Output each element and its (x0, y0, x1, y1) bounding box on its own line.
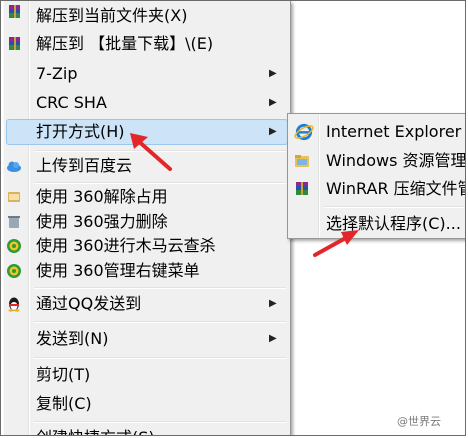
menu-item-label: 通过QQ发送到 (36, 294, 142, 313)
open-with-submenu: Internet Explorer Windows 资源管理器 WinRAR 压… (287, 113, 466, 239)
menu-item-360-delete[interactable]: 使用 360强力删除 (6, 210, 288, 234)
menu-item-7zip[interactable]: 7-Zip ▶ (6, 62, 288, 86)
menu-item-label: 复制(C) (36, 394, 92, 413)
winrar-icon (9, 37, 20, 50)
360-scan-icon (7, 239, 21, 253)
submenu-arrow-icon: ▶ (269, 68, 277, 79)
360-delete-icon (8, 216, 20, 228)
menu-item-copy[interactable]: 复制(C) (6, 392, 288, 416)
submenu-item-label: WinRAR 压缩文件管理器 (326, 179, 465, 198)
submenu-separator (324, 206, 464, 208)
red-arrow-annotation-icon (130, 133, 172, 171)
menu-separator (34, 321, 286, 323)
menu-item-label: 打开方式(H) (36, 122, 125, 141)
submenu-item-internet-explorer[interactable]: Internet Explorer (290, 120, 465, 144)
submenu-arrow-icon: ▶ (269, 97, 277, 108)
submenu-item-label: Windows 资源管理器 (326, 151, 466, 170)
menu-item-send-to[interactable]: 发送到(N) ▶ (6, 327, 288, 351)
submenu-item-windows-explorer[interactable]: Windows 资源管理器 (290, 149, 466, 173)
winrar-icon (9, 5, 20, 18)
menu-item-label: 7-Zip (36, 64, 78, 83)
submenu-arrow-icon: ▶ (269, 126, 277, 137)
menu-separator (34, 357, 286, 359)
menu-item-360-scan[interactable]: 使用 360进行木马云查杀 (6, 234, 288, 258)
menu-item-360-manage[interactable]: 使用 360管理右键菜单 (6, 259, 288, 283)
menu-item-label: 剪切(T) (36, 365, 91, 384)
menu-item-extract-to-folder[interactable]: 解压到 【批量下载】\(E) (6, 32, 288, 56)
menu-separator (34, 182, 286, 184)
red-arrow-annotation-icon (313, 230, 359, 257)
menu-item-label: 解压到 【批量下载】\(E) (36, 34, 214, 53)
submenu-item-winrar[interactable]: WinRAR 压缩文件管理器 (290, 177, 465, 201)
menu-item-label: 解压到当前文件夹(X) (36, 6, 188, 25)
submenu-arrow-icon: ▶ (269, 298, 277, 309)
menu-item-label: 使用 360管理右键菜单 (36, 261, 200, 280)
menu-item-label: 创建快捷方式(S) (36, 426, 155, 435)
screenshot-frame: 解压到当前文件夹(X) 解压到 【批量下载】\(E) 7-Zip ▶ CRC S… (0, 0, 466, 436)
submenu-item-label: Internet Explorer (326, 122, 462, 141)
submenu-arrow-icon: ▶ (269, 333, 277, 344)
menu-item-create-shortcut[interactable]: 创建快捷方式(S) (6, 426, 288, 435)
menu-separator (34, 287, 286, 289)
menu-item-crc-sha[interactable]: CRC SHA ▶ (6, 91, 288, 115)
menu-item-label: 使用 360进行木马云查杀 (36, 236, 216, 255)
menu-item-send-via-qq[interactable]: 通过QQ发送到 ▶ (6, 292, 288, 316)
360-manage-icon (7, 264, 21, 278)
watermark: @世界云 (397, 415, 441, 428)
menu-item-cut[interactable]: 剪切(T) (6, 363, 288, 387)
menu-item-label: 上传到百度云 (36, 156, 133, 175)
windows-explorer-icon (295, 155, 309, 167)
menu-item-label: 发送到(N) (36, 329, 109, 348)
menu-item-label: CRC SHA (36, 93, 107, 112)
menu-item-label: 使用 360强力删除 (36, 212, 168, 231)
menu-item-extract-here[interactable]: 解压到当前文件夹(X) (6, 4, 288, 28)
menu-separator (34, 421, 286, 423)
360-unlock-icon (8, 192, 20, 202)
winrar-icon (296, 182, 308, 195)
qq-icon (8, 297, 20, 312)
menu-item-360-unlock[interactable]: 使用 360解除占用 (6, 185, 288, 209)
baidu-cloud-icon (7, 161, 21, 172)
menu-item-label: 使用 360解除占用 (36, 187, 168, 206)
context-menu: 解压到当前文件夹(X) 解压到 【批量下载】\(E) 7-Zip ▶ CRC S… (4, 1, 291, 435)
internet-explorer-icon (294, 123, 314, 141)
